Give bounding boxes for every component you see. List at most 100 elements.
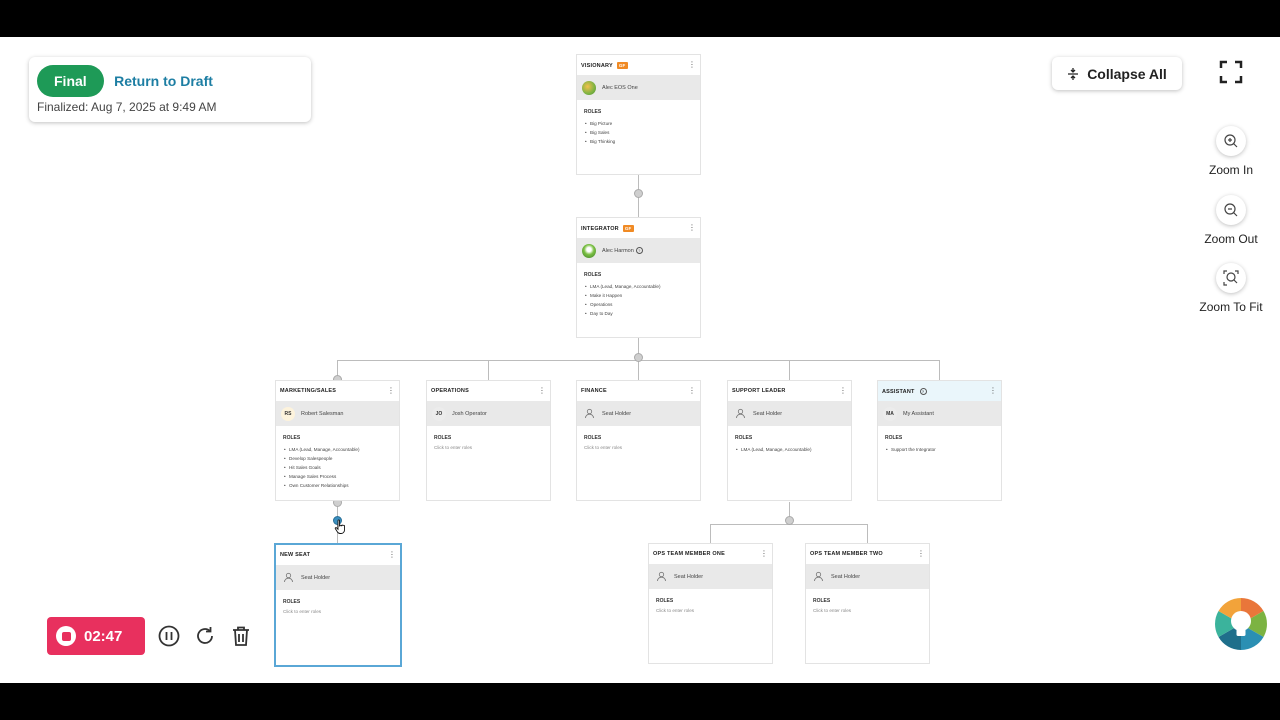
fullscreen-icon[interactable] (1218, 59, 1244, 85)
roles-section[interactable]: ROLES LMA (Lead, Manage, Accountable) De… (276, 426, 399, 499)
roles-heading: ROLES (283, 435, 301, 441)
roles-heading: ROLES (656, 598, 674, 604)
zoom-in-button[interactable] (1216, 126, 1246, 156)
return-to-draft-link[interactable]: Return to Draft (114, 73, 213, 89)
seat-card-ops-team-member-two[interactable]: OPS TEAM MEMBER TWO ⋮ Seat Holder ROLES … (805, 543, 930, 664)
chart-canvas[interactable]: Final Return to Draft Finalized: Aug 7, … (0, 37, 1280, 683)
trash-icon (233, 626, 249, 646)
roles-section[interactable]: ROLES Click to enter roles (276, 590, 400, 623)
final-badge: Final (37, 65, 104, 97)
seat-holder-row[interactable]: Seat Holder (577, 401, 700, 426)
roles-placeholder[interactable]: Click to enter roles (434, 445, 543, 450)
roles-section[interactable]: ROLES LMA (Lead, Manage, Accountable) (728, 426, 851, 463)
seat-holder-row[interactable]: Seat Holder (728, 401, 851, 426)
zoom-out-button[interactable] (1216, 195, 1246, 225)
gf-badge: GF (622, 224, 634, 232)
person-name: Seat Holder (674, 573, 704, 580)
roles-section[interactable]: ROLES Support the Integrator (878, 426, 1001, 463)
kebab-menu-icon[interactable]: ⋮ (538, 387, 546, 395)
connector (710, 524, 711, 544)
help-icon[interactable]: ? (635, 247, 643, 254)
collapse-knob[interactable] (634, 189, 643, 198)
role-item: LMA (Lead, Manage, Accountable) (584, 282, 693, 291)
roles-placeholder[interactable]: Click to enter roles (813, 608, 922, 613)
kebab-menu-icon[interactable]: ⋮ (388, 551, 396, 559)
stop-recording-button[interactable]: 02:47 (47, 617, 145, 655)
roles-section[interactable]: ROLES Click to enter roles (806, 589, 929, 622)
avatar (582, 80, 596, 95)
zoom-fit-button[interactable] (1216, 263, 1246, 293)
kebab-menu-icon[interactable]: ⋮ (688, 387, 696, 395)
roles-heading: ROLES (813, 598, 831, 604)
seat-holder-row[interactable]: Seat Holder (806, 564, 929, 589)
zoom-fit-control[interactable]: Zoom To Fit (1196, 263, 1266, 314)
kebab-menu-icon[interactable]: ⋮ (839, 387, 847, 395)
seat-card-visionary[interactable]: VISIONARYGF ⋮ Alec EOS One ROLES Big Pic… (576, 54, 701, 175)
connector (789, 360, 790, 381)
roles-section[interactable]: ROLES LMA (Lead, Manage, Accountable) Ma… (577, 263, 700, 327)
person-outline-icon (281, 571, 295, 585)
seat-card-assistant[interactable]: ASSISTANT? ⋮ MA My Assistant ROLES Suppo… (877, 380, 1002, 501)
seat-holder-row[interactable]: MA My Assistant (878, 401, 1001, 426)
seat-card-new-seat[interactable]: NEW SEAT ⋮ Seat Holder ROLES Click to en… (274, 543, 402, 667)
card-header: INTEGRATOR GF ⋮ (577, 218, 700, 238)
seat-holder-row[interactable]: Seat Holder (276, 565, 400, 590)
seat-holder-row[interactable]: RS Robert Salesman (276, 401, 399, 426)
zoom-out-label: Zoom Out (1204, 232, 1258, 246)
seat-title: SUPPORT LEADER (732, 388, 786, 394)
restart-icon (197, 627, 213, 644)
pause-icon (158, 625, 180, 647)
roles-section[interactable]: ROLES Click to enter roles (427, 426, 550, 459)
roles-section[interactable]: ROLES Click to enter roles (649, 589, 772, 622)
role-item: Big Thinking (584, 137, 693, 146)
seat-holder-row[interactable]: Seat Holder (649, 564, 772, 589)
collapse-icon (1068, 67, 1079, 80)
kebab-menu-icon[interactable]: ⋮ (688, 61, 696, 69)
seat-title: INTEGRATOR GF (581, 224, 634, 232)
collapse-knob[interactable] (785, 516, 794, 525)
gf-badge: GF (616, 61, 628, 69)
help-icon[interactable]: ? (919, 387, 927, 395)
pause-button[interactable] (157, 624, 181, 648)
seat-holder-row[interactable]: Alec EOS One (577, 75, 700, 100)
seat-card-support-leader[interactable]: SUPPORT LEADER ⋮ Seat Holder ROLES LMA (… (727, 380, 852, 501)
person-outline-icon (654, 570, 668, 584)
seat-title: VISIONARY GF (581, 61, 628, 69)
recording-toolbar: 02:47 (47, 617, 253, 655)
seat-title: OPS TEAM MEMBER ONE (653, 551, 725, 557)
roles-section[interactable]: ROLES Click to enter roles (577, 426, 700, 459)
zoom-out-control[interactable]: Zoom Out (1196, 195, 1266, 246)
avatar: RS (281, 406, 295, 421)
role-item: Own Customer Relationships (283, 481, 392, 490)
kebab-menu-icon[interactable]: ⋮ (387, 387, 395, 395)
card-header: OPS TEAM MEMBER ONE ⋮ (649, 544, 772, 564)
pointer-cursor-icon (334, 519, 345, 534)
roles-placeholder[interactable]: Click to enter roles (656, 608, 765, 613)
seat-card-marketing-sales[interactable]: MARKETING/SALES ⋮ RS Robert Salesman ROL… (275, 380, 400, 501)
person-name: Seat Holder (301, 574, 331, 581)
roles-section[interactable]: ROLES Big Picture Big Sales Big Thinking (577, 100, 700, 155)
zoom-in-control[interactable]: Zoom In (1196, 126, 1266, 177)
kebab-menu-icon[interactable]: ⋮ (989, 387, 997, 395)
collapse-all-button[interactable]: Collapse All (1052, 57, 1182, 90)
seat-holder-row[interactable]: JO Josh Operator (427, 401, 550, 426)
role-item: Hit Sales Goals (283, 463, 392, 472)
brand-logo-icon[interactable] (1213, 596, 1269, 652)
person-name: Robert Salesman (301, 410, 344, 417)
kebab-menu-icon[interactable]: ⋮ (917, 550, 925, 558)
seat-holder-row[interactable]: Alec Harmon? (577, 238, 700, 263)
delete-recording-button[interactable] (229, 624, 253, 648)
kebab-menu-icon[interactable]: ⋮ (760, 550, 768, 558)
collapse-knob[interactable] (634, 353, 643, 362)
restart-button[interactable] (193, 624, 217, 648)
roles-placeholder[interactable]: Click to enter roles (283, 609, 393, 614)
kebab-menu-icon[interactable]: ⋮ (688, 224, 696, 232)
roles-placeholder[interactable]: Click to enter roles (584, 445, 693, 450)
seat-card-ops-team-member-one[interactable]: OPS TEAM MEMBER ONE ⋮ Seat Holder ROLES … (648, 543, 773, 664)
recording-timer: 02:47 (84, 627, 123, 645)
seat-card-integrator[interactable]: INTEGRATORGF ⋮ Alec Harmon? ROLES LMA (L… (576, 217, 701, 338)
seat-card-operations[interactable]: OPERATIONS ⋮ JO Josh Operator ROLES Clic… (426, 380, 551, 501)
zoom-fit-label: Zoom To Fit (1199, 300, 1263, 314)
card-header: ASSISTANT? ⋮ (878, 381, 1001, 401)
seat-card-finance[interactable]: FINANCE ⋮ Seat Holder ROLES Click to ent… (576, 380, 701, 501)
